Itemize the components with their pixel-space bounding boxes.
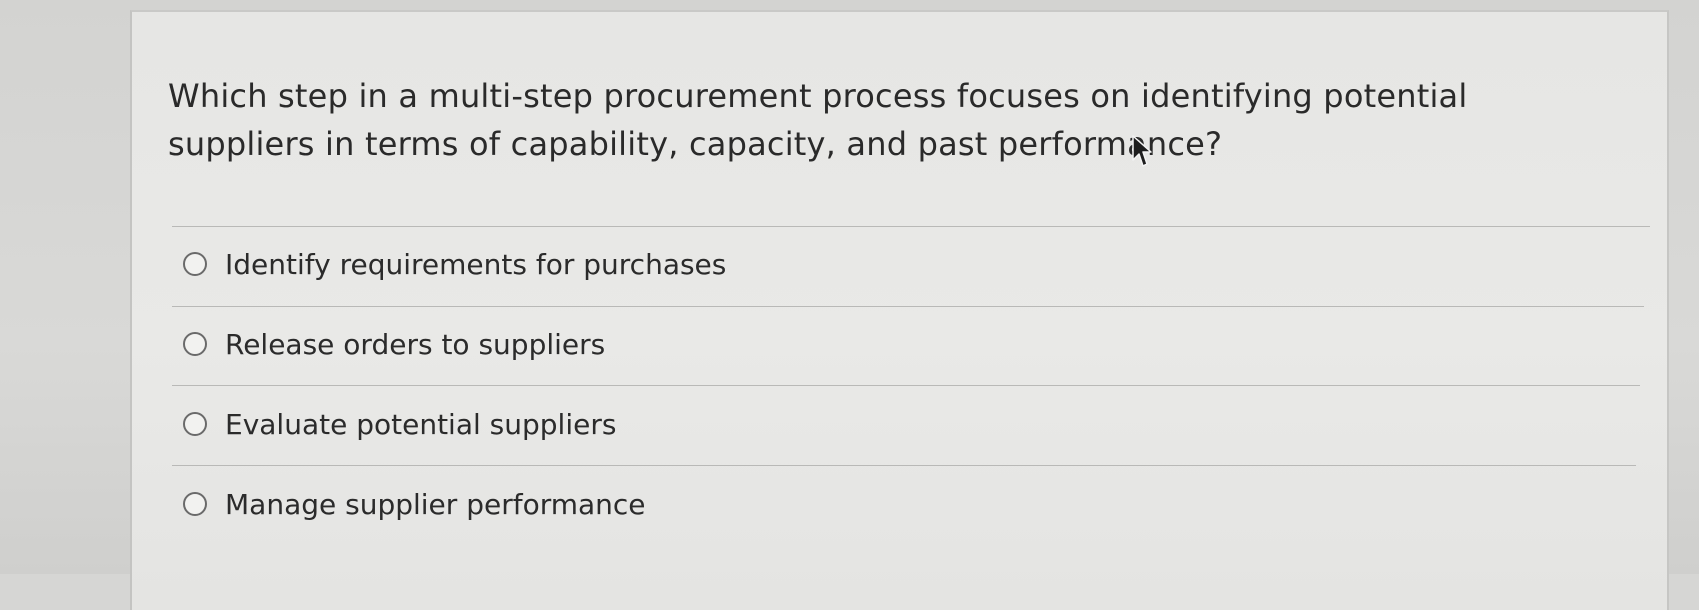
divider-2 <box>172 385 1640 386</box>
answer-option-manage-performance[interactable]: Manage supplier performance <box>183 484 646 524</box>
divider-top <box>172 226 1650 227</box>
option-label: Release orders to suppliers <box>225 327 606 361</box>
radio-button-icon[interactable] <box>183 412 207 436</box>
answer-option-evaluate-suppliers[interactable]: Evaluate potential suppliers <box>183 404 616 444</box>
option-label: Manage supplier performance <box>225 487 646 521</box>
answer-option-identify-requirements[interactable]: Identify requirements for purchases <box>183 244 726 284</box>
option-label: Identify requirements for purchases <box>225 247 727 281</box>
radio-button-icon[interactable] <box>183 252 207 276</box>
divider-1 <box>172 306 1644 307</box>
mouse-pointer-icon <box>1132 135 1152 167</box>
answer-option-release-orders[interactable]: Release orders to suppliers <box>183 324 605 364</box>
divider-3 <box>172 465 1636 466</box>
option-label: Evaluate potential suppliers <box>225 407 617 441</box>
question-text: Which step in a multi-step procurement p… <box>168 77 1468 163</box>
radio-button-icon[interactable] <box>183 492 207 516</box>
radio-button-icon[interactable] <box>183 332 207 356</box>
